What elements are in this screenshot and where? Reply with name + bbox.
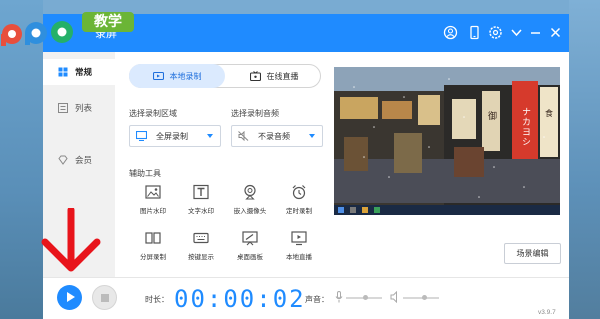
user-icon[interactable]: [443, 25, 458, 40]
preview-sign-text: 食: [545, 108, 554, 118]
tool-label: 桌面画板: [237, 254, 263, 261]
preview-image: ナカヨシ 御 食: [334, 67, 560, 215]
desktop-right: [569, 0, 600, 319]
tool-desktop-whiteboard[interactable]: 桌面画板: [230, 230, 270, 270]
keyboard-icon: [193, 232, 209, 244]
volume-label: 声音：: [305, 295, 329, 304]
sidebar-item-label: 常规: [75, 67, 93, 77]
tool-local-live[interactable]: 本地直播: [279, 230, 319, 270]
tab-label: 在线直播: [266, 71, 299, 81]
sidebar-item-general[interactable]: 常规: [43, 59, 115, 85]
settings-icon[interactable]: [488, 25, 503, 40]
monitor-icon: [136, 131, 147, 141]
close-icon[interactable]: [548, 25, 563, 40]
watermark-logo: [1, 21, 73, 46]
record-area-select[interactable]: 全屏录制: [129, 125, 221, 147]
record-area-label: 选择录制区域: [129, 109, 177, 118]
grid-icon: [58, 67, 68, 77]
arrow-down-icon: [41, 208, 101, 272]
duration-label: 时长：: [145, 295, 169, 304]
dropdown-icon[interactable]: [509, 25, 524, 40]
app-window: 录屏 常规 列表 会员 本地录制 在线直播 选择录制区域 全屏录制 选择录制音频…: [43, 14, 569, 319]
mode-tabs: 本地录制 在线直播: [129, 64, 321, 88]
tool-label: 图片水印: [140, 208, 166, 215]
microphone-icon[interactable]: [335, 291, 343, 303]
tv-icon: [249, 71, 261, 81]
preview-panel: ナカヨシ 御 食: [334, 67, 560, 215]
list-icon: [58, 103, 68, 113]
tool-label: 文字水印: [188, 208, 214, 215]
diamond-icon: [58, 155, 68, 165]
tool-split-screen[interactable]: 分屏录制: [133, 230, 173, 270]
mute-icon: [238, 131, 249, 141]
record-audio-select[interactable]: 不录音频: [231, 125, 323, 147]
stop-button[interactable]: [92, 285, 117, 310]
tab-local-record[interactable]: 本地录制: [129, 64, 225, 88]
sidebar-item-member[interactable]: 会员: [43, 147, 115, 173]
whiteboard-icon: [242, 231, 258, 246]
monitor-play-icon: [291, 231, 307, 246]
tool-label: 定时录制: [286, 208, 312, 215]
tool-label: 本地直播: [286, 254, 312, 261]
play-button[interactable]: [57, 285, 82, 310]
preview-sign-text: ナカヨシ: [520, 107, 531, 147]
scene-edit-button[interactable]: 场景编辑: [504, 243, 561, 264]
text-icon: [193, 184, 209, 200]
record-timer: 00:00:02: [174, 285, 306, 313]
image-icon: [145, 185, 161, 199]
split-screen-icon: [145, 232, 161, 244]
tool-label: 嵌入摄像头: [233, 208, 267, 215]
record-audio-value: 不录音频: [258, 131, 290, 141]
chevron-down-icon: [207, 134, 213, 138]
chevron-down-icon: [309, 134, 315, 138]
tool-label: 分屏录制: [140, 254, 166, 261]
webcam-icon: [244, 184, 256, 200]
sidebar-item-label: 会员: [75, 155, 93, 165]
tool-text-watermark[interactable]: 文字水印: [181, 184, 221, 224]
record-area-value: 全屏录制: [156, 131, 188, 141]
tool-image-watermark[interactable]: 图片水印: [133, 184, 173, 224]
record-audio-label: 选择录制音频: [231, 109, 279, 118]
video-icon: [152, 71, 164, 81]
tools-label: 辅助工具: [129, 169, 161, 178]
minimize-icon[interactable]: [528, 25, 543, 40]
alarm-icon: [292, 185, 306, 200]
version-label: v3.9.7: [538, 309, 556, 316]
tool-label: 按键显示: [188, 254, 214, 261]
watermark-badge: 教学: [82, 12, 134, 32]
tool-key-display[interactable]: 按键显示: [181, 230, 221, 270]
preview-sign-text: 御: [486, 110, 497, 121]
speaker-icon[interactable]: [390, 291, 400, 303]
tab-label: 本地录制: [169, 71, 202, 81]
sidebar-item-list[interactable]: 列表: [43, 95, 115, 121]
phone-icon[interactable]: [467, 25, 482, 40]
tab-online-live[interactable]: 在线直播: [226, 64, 322, 88]
tool-embed-webcam[interactable]: 嵌入摄像头: [230, 184, 270, 224]
tool-scheduled-record[interactable]: 定时录制: [279, 184, 319, 224]
speaker-volume-slider[interactable]: [403, 297, 439, 299]
sidebar-item-label: 列表: [75, 103, 93, 113]
